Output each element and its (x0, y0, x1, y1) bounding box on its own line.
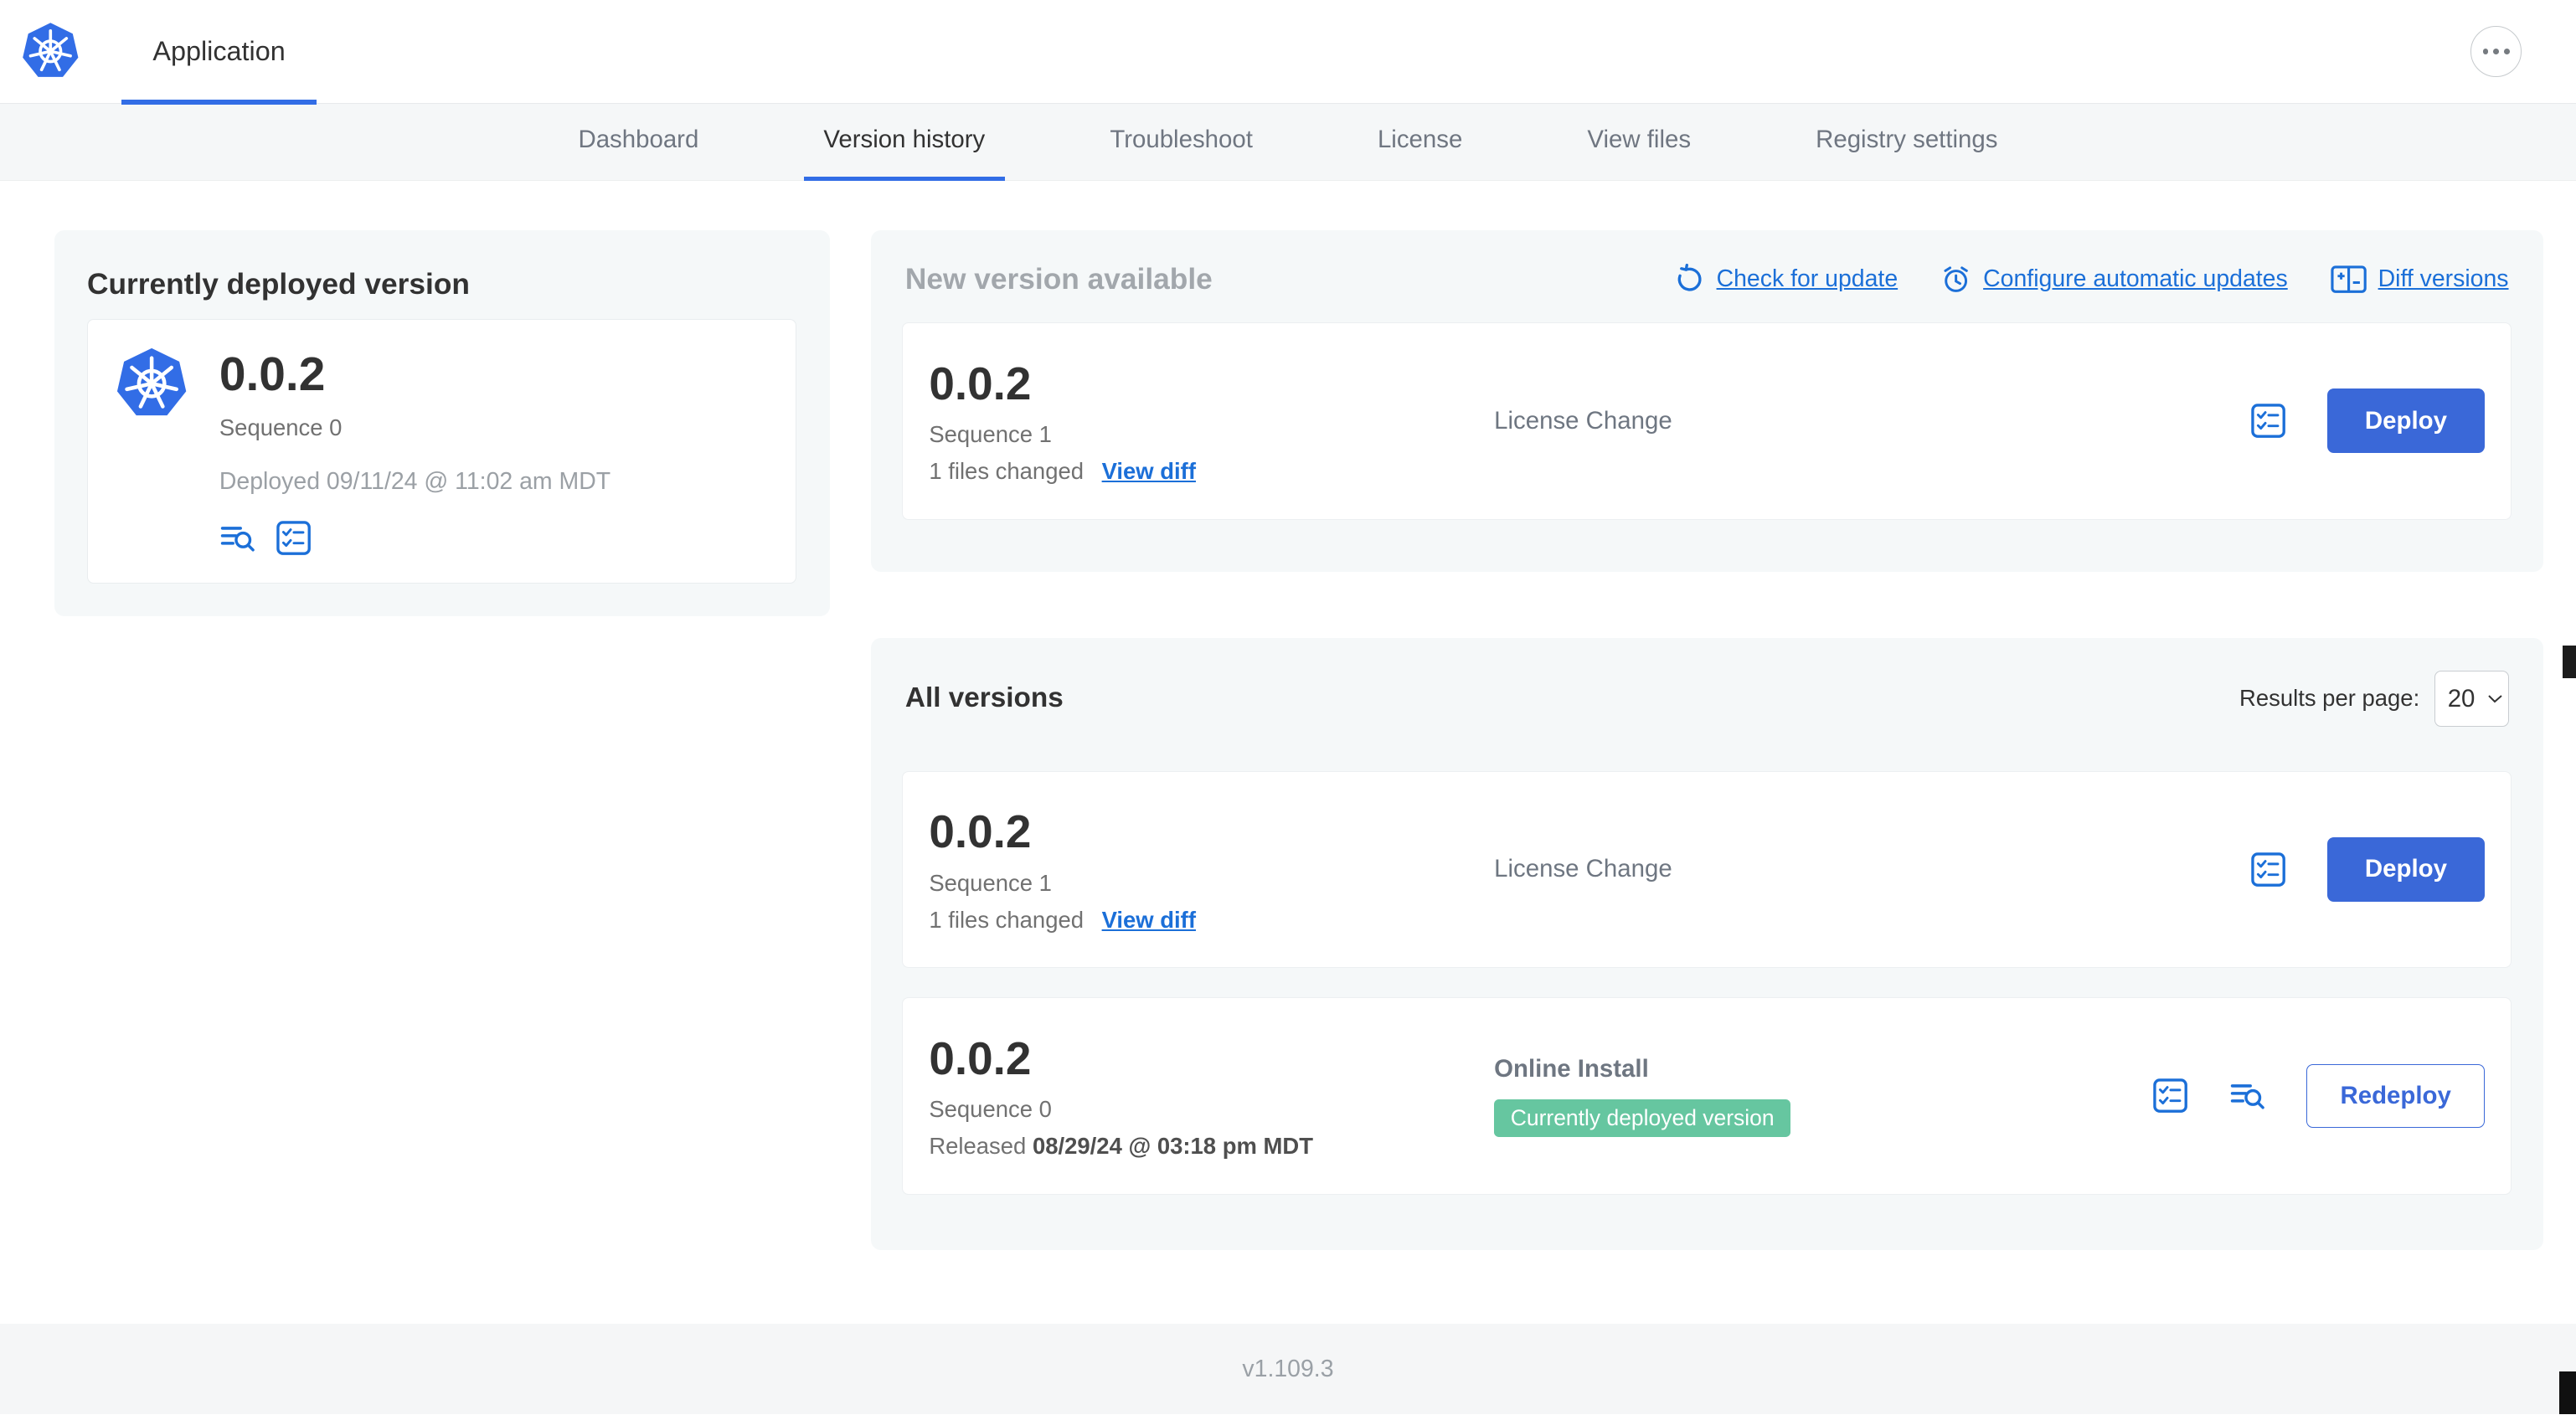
configure-automatic-updates-link[interactable]: Configure automatic updates (1940, 264, 2288, 295)
released-timestamp: Released 08/29/24 @ 03:18 pm MDT (929, 1133, 1313, 1160)
version-source-label: License Change (1494, 406, 1672, 435)
tab-dashboard[interactable]: Dashboard (559, 104, 719, 181)
check-for-update-label: Check for update (1716, 265, 1899, 293)
new-version-panel: New version available Check for update C… (870, 229, 2543, 573)
version-source-label: Online Install (1494, 1054, 1649, 1083)
console-version: v1.109.3 (1242, 1355, 1334, 1382)
release-notes-button[interactable] (2229, 1078, 2265, 1114)
files-changed-label: 1 files changed (929, 458, 1084, 485)
version-number: 0.0.2 (929, 805, 1032, 858)
current-version-title: Currently deployed version (86, 267, 470, 301)
tab-troubleshoot[interactable]: Troubleshoot (1090, 104, 1273, 181)
sequence-label: Sequence 1 (929, 421, 1052, 448)
app-nav: Dashboard Version history Troubleshoot L… (0, 103, 2576, 181)
files-changed-label: 1 files changed (929, 906, 1084, 933)
top-bar: Application (0, 0, 2576, 105)
preflight-checks-button[interactable] (276, 520, 312, 556)
preflight-checks-button[interactable] (2152, 1078, 2188, 1114)
release-notes-icon (219, 520, 255, 556)
admin-console: Application Dashboard Version history Tr… (0, 0, 2576, 1415)
results-per-page-label: Results per page: (2239, 685, 2420, 712)
preflight-checks-button[interactable] (2250, 852, 2286, 888)
check-for-update-link[interactable]: Check for update (1674, 264, 1899, 295)
current-version-card: 0.0.2 Sequence 0 Deployed 09/11/24 @ 11:… (86, 318, 797, 584)
version-row: 0.0.2 Sequence 0 Released 08/29/24 @ 03:… (901, 997, 2512, 1195)
ellipsis-icon (2482, 48, 2510, 54)
view-diff-link[interactable]: View diff (1102, 907, 1196, 934)
new-version-card: 0.0.2 Sequence 1 1 files changed View di… (901, 322, 2512, 520)
new-version-title: New version available (904, 262, 1213, 296)
checklist-icon (2250, 852, 2286, 888)
more-menu-button[interactable] (2470, 25, 2522, 77)
deploy-button[interactable]: Deploy (2326, 388, 2486, 454)
tab-application[interactable]: Application (121, 0, 317, 105)
deployed-timestamp: Deployed 09/11/24 @ 11:02 am MDT (219, 467, 611, 495)
diff-icon (2331, 263, 2367, 296)
all-versions-panel: All versions Results per page: 20 0.0.2 (870, 637, 2543, 1251)
checklist-icon (276, 520, 312, 556)
tab-view-files[interactable]: View files (1568, 104, 1711, 181)
release-notes-icon (2229, 1078, 2265, 1114)
diff-versions-label: Diff versions (2378, 265, 2509, 293)
results-per-page-select[interactable]: 20 (2434, 671, 2509, 727)
diff-versions-link[interactable]: Diff versions (2331, 263, 2509, 296)
main-content: Currently deployed version 0.0.2 Sequenc… (0, 181, 2576, 1274)
currently-deployed-badge: Currently deployed version (1494, 1099, 1791, 1138)
sequence-label: Sequence 0 (929, 1096, 1052, 1123)
app-footer: v1.109.3 (0, 1324, 2576, 1415)
sequence-label: Sequence 1 (929, 869, 1052, 896)
checklist-icon (2152, 1078, 2188, 1114)
version-number: 0.0.2 (219, 347, 326, 401)
configure-automatic-updates-label: Configure automatic updates (1983, 265, 2288, 293)
deploy-button[interactable]: Deploy (2326, 836, 2486, 902)
kubernetes-logo-icon (114, 346, 189, 421)
current-version-panel: Currently deployed version 0.0.2 Sequenc… (54, 229, 830, 616)
scrollbar-thumb[interactable] (2563, 645, 2576, 679)
view-diff-link[interactable]: View diff (1102, 458, 1196, 485)
preflight-checks-button[interactable] (2250, 403, 2286, 439)
tab-registry-settings[interactable]: Registry settings (1796, 104, 2017, 181)
version-number: 0.0.2 (929, 1032, 1032, 1084)
refresh-icon (1674, 264, 1705, 295)
auto-update-clock-icon (1940, 264, 1971, 295)
version-row: 0.0.2 Sequence 1 1 files changed View di… (901, 770, 2512, 969)
checklist-icon (2250, 403, 2286, 439)
version-source-label: License Change (1494, 855, 1672, 883)
app-tab-label: Application (152, 35, 286, 66)
tab-version-history[interactable]: Version history (803, 104, 1005, 181)
version-number: 0.0.2 (929, 357, 1032, 409)
tab-license[interactable]: License (1358, 104, 1481, 181)
kubernetes-logo-icon (20, 21, 81, 82)
scrollbar-corner (2559, 1371, 2576, 1415)
all-versions-title: All versions (904, 682, 1064, 714)
release-notes-button[interactable] (219, 520, 255, 556)
sequence-label: Sequence 0 (219, 414, 343, 441)
redeploy-button[interactable]: Redeploy (2306, 1064, 2486, 1128)
